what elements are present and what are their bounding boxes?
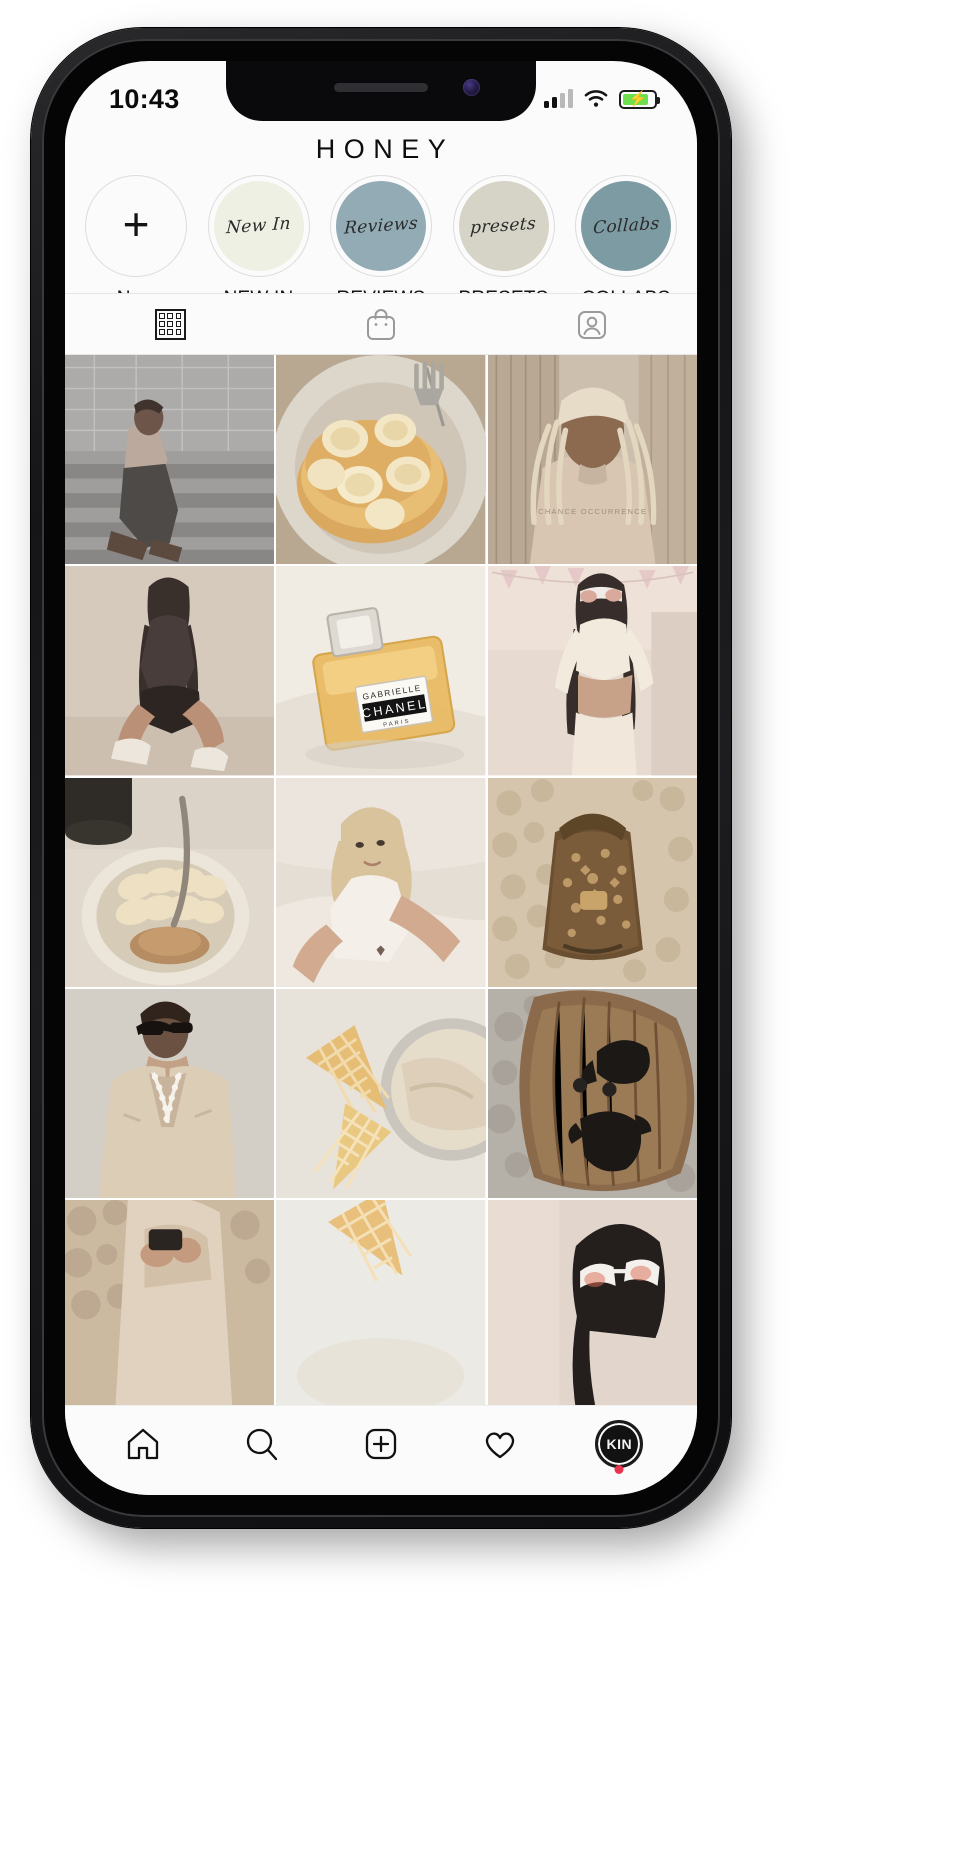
post-image-icecream bbox=[276, 988, 486, 1199]
phone-bezel: 10:43 ⚡ HONEY + New In Reviews presets C… bbox=[42, 39, 720, 1517]
wifi-icon bbox=[584, 90, 608, 108]
highlight-cover: Reviews bbox=[336, 181, 426, 271]
post-image-pancakes bbox=[276, 355, 486, 565]
post-image-braids: CHANCE OCCURRENCE bbox=[487, 355, 697, 565]
profile-nav[interactable]: KIN bbox=[582, 1414, 656, 1474]
grid-post[interactable] bbox=[65, 355, 275, 565]
post-image-sherpa2 bbox=[65, 1200, 275, 1405]
search-icon bbox=[243, 1425, 281, 1463]
grid-post[interactable] bbox=[487, 777, 697, 987]
avatar: KIN bbox=[595, 1419, 644, 1468]
screenshot-root: 10:43 ⚡ HONEY + New In Reviews presets C… bbox=[0, 0, 962, 1849]
plus-square-icon bbox=[362, 1425, 400, 1463]
grid-post[interactable] bbox=[65, 566, 275, 776]
home-nav[interactable] bbox=[106, 1414, 180, 1474]
highlight-cover: + bbox=[91, 181, 181, 271]
highlight-ring: Collabs bbox=[575, 175, 677, 277]
tab-tagged[interactable] bbox=[486, 294, 697, 354]
highlight-ring: presets bbox=[452, 175, 555, 277]
grid-icon bbox=[154, 308, 186, 340]
grid-post[interactable] bbox=[276, 777, 486, 987]
cellular-signal-icon bbox=[544, 89, 573, 108]
heart-icon bbox=[481, 1425, 519, 1463]
post-image-swimwear bbox=[487, 988, 697, 1199]
grid-post[interactable]: GABRIELLE CHANEL PARIS bbox=[276, 566, 486, 776]
notch bbox=[226, 61, 536, 121]
notification-badge bbox=[614, 1464, 624, 1474]
highlight-ring: New In bbox=[207, 175, 310, 277]
search-nav[interactable] bbox=[225, 1414, 299, 1474]
highlight-cover-text: New In bbox=[225, 213, 292, 239]
post-image-blazer bbox=[65, 988, 275, 1199]
highlight-new-in[interactable]: New In NEW IN bbox=[200, 175, 318, 310]
grid-post[interactable] bbox=[276, 355, 486, 565]
post-image-mono-stairs bbox=[65, 355, 275, 565]
bottom-navigation: KIN bbox=[65, 1405, 697, 1495]
highlight-ring: Reviews bbox=[330, 175, 432, 277]
plus-icon: + bbox=[122, 197, 150, 250]
home-icon bbox=[124, 1425, 162, 1463]
highlight-ring: + bbox=[85, 175, 187, 277]
post-image-perfume: GABRIELLE CHANEL PARIS bbox=[276, 566, 486, 776]
create-nav[interactable] bbox=[344, 1414, 418, 1474]
tab-shop[interactable] bbox=[276, 294, 487, 354]
battery-charging-icon: ⚡ bbox=[619, 89, 660, 109]
post-image-crouch bbox=[65, 566, 275, 776]
activity-nav[interactable] bbox=[463, 1414, 537, 1474]
post-image-backpack bbox=[487, 777, 697, 987]
status-indicators: ⚡ bbox=[544, 89, 660, 109]
highlight-cover: presets bbox=[458, 181, 549, 271]
grid-post[interactable]: CHANCE OCCURRENCE bbox=[487, 355, 697, 565]
front-camera-icon bbox=[463, 79, 480, 96]
earpiece-speaker bbox=[334, 83, 428, 92]
page-title: HONEY bbox=[315, 133, 455, 164]
grid-post[interactable] bbox=[487, 566, 697, 776]
story-highlights: + New New In NEW IN bbox=[65, 175, 697, 309]
grid-post[interactable] bbox=[65, 1200, 275, 1405]
phone-body: 10:43 ⚡ HONEY + New In Reviews presets C… bbox=[31, 28, 731, 1528]
post-image-sunglasses2 bbox=[487, 1200, 697, 1405]
grid-post[interactable] bbox=[276, 988, 486, 1199]
grid-post[interactable] bbox=[65, 988, 275, 1199]
highlight-cover: Collabs bbox=[581, 181, 671, 271]
status-time: 10:43 bbox=[109, 83, 180, 114]
photo-grid[interactable]: CHANCE OCCURRENCE GABRIELLE CHANEL PARIS bbox=[65, 355, 697, 1405]
grid-post[interactable] bbox=[276, 1200, 486, 1405]
grid-post[interactable] bbox=[65, 777, 275, 987]
post-image-blonde bbox=[276, 777, 486, 987]
highlight-cover-text: presets bbox=[469, 213, 538, 239]
profile-tabs bbox=[65, 293, 697, 355]
shopping-bag-icon bbox=[364, 306, 398, 342]
svg-text:CHANCE OCCURRENCE: CHANCE OCCURRENCE bbox=[538, 507, 647, 516]
post-image-oatmeal bbox=[65, 777, 275, 987]
highlight-reviews[interactable]: Reviews REVIEWS bbox=[322, 175, 440, 310]
post-image-cone2 bbox=[276, 1200, 486, 1405]
highlight-cover-text: Collabs bbox=[592, 213, 660, 239]
highlight-presets[interactable]: presets PRESETS bbox=[445, 175, 563, 310]
tagged-person-icon bbox=[575, 306, 609, 342]
highlight-cover: New In bbox=[213, 181, 304, 271]
highlight-collabs[interactable]: Collabs COLLABS bbox=[567, 175, 685, 310]
highlight-new[interactable]: + New bbox=[77, 175, 195, 310]
grid-post[interactable] bbox=[487, 988, 697, 1199]
highlight-cover-text: Reviews bbox=[343, 213, 419, 239]
grid-post[interactable] bbox=[487, 1200, 697, 1405]
tab-grid[interactable] bbox=[65, 294, 276, 354]
post-image-croptop bbox=[487, 566, 697, 776]
app-header: HONEY bbox=[65, 123, 697, 175]
phone-screen: 10:43 ⚡ HONEY + New In Reviews presets C… bbox=[65, 61, 697, 1495]
